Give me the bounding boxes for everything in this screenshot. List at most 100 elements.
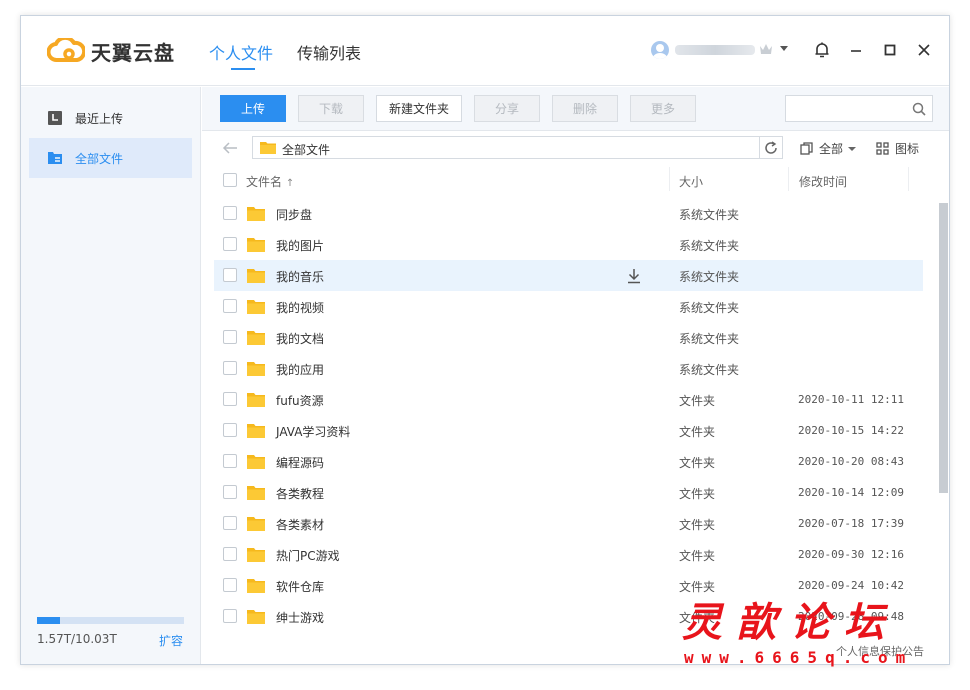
filter-dropdown[interactable]: 全部 (800, 140, 857, 157)
table-row[interactable]: 我的应用 系统文件夹 (214, 353, 923, 384)
folder-icon (247, 362, 265, 376)
upload-button[interactable]: 上传 (220, 95, 286, 122)
file-modified-time: 2020-09-28 09:48 (798, 610, 904, 623)
row-checkbox[interactable] (223, 516, 237, 530)
table-row[interactable]: 我的图片 系统文件夹 (214, 229, 923, 260)
row-checkbox[interactable] (223, 330, 237, 344)
main-panel: 上传 下载 新建文件夹 分享 删除 更多 全部文件 全部 图标 文件名 ↑ 大小… (202, 87, 949, 664)
file-modified-time: 2020-10-14 12:09 (798, 486, 904, 499)
file-name[interactable]: 软件仓库 (276, 578, 324, 595)
table-row[interactable]: JAVA学习资料 文件夹 2020-10-15 14:22 (214, 415, 923, 446)
row-checkbox[interactable] (223, 485, 237, 499)
file-name[interactable]: 编程源码 (276, 454, 324, 471)
back-arrow-icon[interactable] (222, 141, 238, 155)
close-icon[interactable] (914, 40, 934, 60)
file-name[interactable]: 各类素材 (276, 516, 324, 533)
column-divider[interactable] (669, 167, 670, 191)
more-button[interactable]: 更多 (630, 95, 696, 122)
folder-icon (247, 548, 265, 562)
file-size: 文件夹 (679, 456, 716, 470)
table-row[interactable]: 我的文档 系统文件夹 (214, 322, 923, 353)
row-checkbox[interactable] (223, 268, 237, 282)
file-size: 文件夹 (679, 549, 716, 563)
file-name[interactable]: 我的图片 (276, 237, 324, 254)
file-name[interactable]: fufu资源 (276, 392, 324, 409)
table-row[interactable]: 我的音乐 系统文件夹 (214, 260, 923, 291)
folder-icon (247, 424, 265, 438)
user-name-blurred[interactable] (675, 45, 755, 55)
file-list: 同步盘 系统文件夹 我的图片 系统文件夹 我的音乐 系统文件夹 我的视频 系统文件夹 我的文档 系… (214, 198, 923, 664)
file-size: 系统文件夹 (679, 332, 740, 346)
file-name[interactable]: 我的视频 (276, 299, 324, 316)
table-row[interactable]: 绅士游戏 文件夹 2020-09-28 09:48 (214, 601, 923, 632)
breadcrumb[interactable]: 全部文件 (252, 136, 760, 159)
cloud-logo-icon (47, 38, 85, 62)
row-checkbox[interactable] (223, 206, 237, 220)
file-name[interactable]: 同步盘 (276, 206, 312, 223)
file-name[interactable]: 我的文档 (276, 330, 324, 347)
tab-transfer-list[interactable]: 传输列表 (297, 40, 361, 64)
crown-icon (760, 44, 772, 54)
file-name[interactable]: 绅士游戏 (276, 609, 324, 626)
expand-storage-link[interactable]: 扩容 (159, 632, 183, 649)
table-row[interactable]: 软件仓库 文件夹 2020-09-24 10:42 (214, 570, 923, 601)
download-button[interactable]: 下载 (298, 95, 364, 122)
file-name[interactable]: JAVA学习资料 (276, 423, 350, 440)
row-checkbox[interactable] (223, 423, 237, 437)
app-window: 天翼云盘 个人文件 传输列表 最近上传 全部文件 1.57T/10.03T 扩容… (20, 15, 950, 665)
sidebar-item-recent-upload[interactable]: 最近上传 (29, 98, 192, 138)
view-mode-toggle[interactable]: 图标 (876, 140, 919, 157)
table-header: 文件名 ↑ 大小 修改时间 (214, 165, 922, 195)
file-name[interactable]: 我的应用 (276, 361, 324, 378)
row-checkbox[interactable] (223, 547, 237, 561)
sidebar-item-all-files[interactable]: 全部文件 (29, 138, 192, 178)
row-checkbox[interactable] (223, 361, 237, 375)
table-row[interactable]: 同步盘 系统文件夹 (214, 198, 923, 229)
column-divider[interactable] (908, 167, 909, 191)
maximize-icon[interactable] (880, 40, 900, 60)
row-checkbox[interactable] (223, 237, 237, 251)
folder-icon (247, 207, 265, 221)
file-size: 文件夹 (679, 394, 716, 408)
avatar[interactable] (651, 41, 669, 59)
row-checkbox[interactable] (223, 299, 237, 313)
search-icon[interactable] (912, 102, 926, 116)
scrollbar-thumb[interactable] (939, 203, 948, 493)
column-header-modified[interactable]: 修改时间 (799, 173, 847, 190)
privacy-notice-link[interactable]: 个人信息保护公告 (836, 643, 924, 659)
column-header-size[interactable]: 大小 (679, 173, 703, 190)
row-checkbox[interactable] (223, 609, 237, 623)
table-row[interactable]: 编程源码 文件夹 2020-10-20 08:43 (214, 446, 923, 477)
table-row[interactable]: fufu资源 文件夹 2020-10-11 12:11 (214, 384, 923, 415)
chevron-down-icon[interactable] (780, 46, 788, 51)
row-checkbox[interactable] (223, 578, 237, 592)
table-row[interactable]: 热门PC游戏 文件夹 2020-09-30 12:16 (214, 539, 923, 570)
new-folder-button[interactable]: 新建文件夹 (376, 95, 462, 122)
download-icon[interactable] (626, 268, 642, 284)
file-modified-time: 2020-10-15 14:22 (798, 424, 904, 437)
path-bar: 全部文件 全部 图标 (202, 131, 949, 165)
share-button[interactable]: 分享 (474, 95, 540, 122)
file-name[interactable]: 热门PC游戏 (276, 547, 340, 564)
file-name[interactable]: 各类教程 (276, 485, 324, 502)
all-files-icon (48, 152, 62, 164)
tab-personal-files[interactable]: 个人文件 (209, 40, 273, 64)
file-modified-time: 2020-09-30 12:16 (798, 548, 904, 561)
column-divider[interactable] (788, 167, 789, 191)
column-header-name[interactable]: 文件名 ↑ (246, 173, 294, 190)
bell-icon[interactable] (812, 40, 832, 60)
row-checkbox[interactable] (223, 392, 237, 406)
file-name[interactable]: 我的音乐 (276, 268, 324, 285)
chevron-down-icon (848, 146, 857, 151)
search-input[interactable] (786, 96, 906, 121)
row-checkbox[interactable] (223, 454, 237, 468)
table-row[interactable]: 各类教程 文件夹 2020-10-14 12:09 (214, 477, 923, 508)
search-box[interactable] (785, 95, 933, 122)
table-row[interactable]: 我的视频 系统文件夹 (214, 291, 923, 322)
table-row[interactable]: 各类素材 文件夹 2020-07-18 17:39 (214, 508, 923, 539)
delete-button[interactable]: 删除 (552, 95, 618, 122)
select-all-checkbox[interactable] (223, 173, 237, 187)
file-size: 文件夹 (679, 611, 716, 625)
minimize-icon[interactable] (846, 40, 866, 60)
refresh-button[interactable] (759, 136, 783, 159)
